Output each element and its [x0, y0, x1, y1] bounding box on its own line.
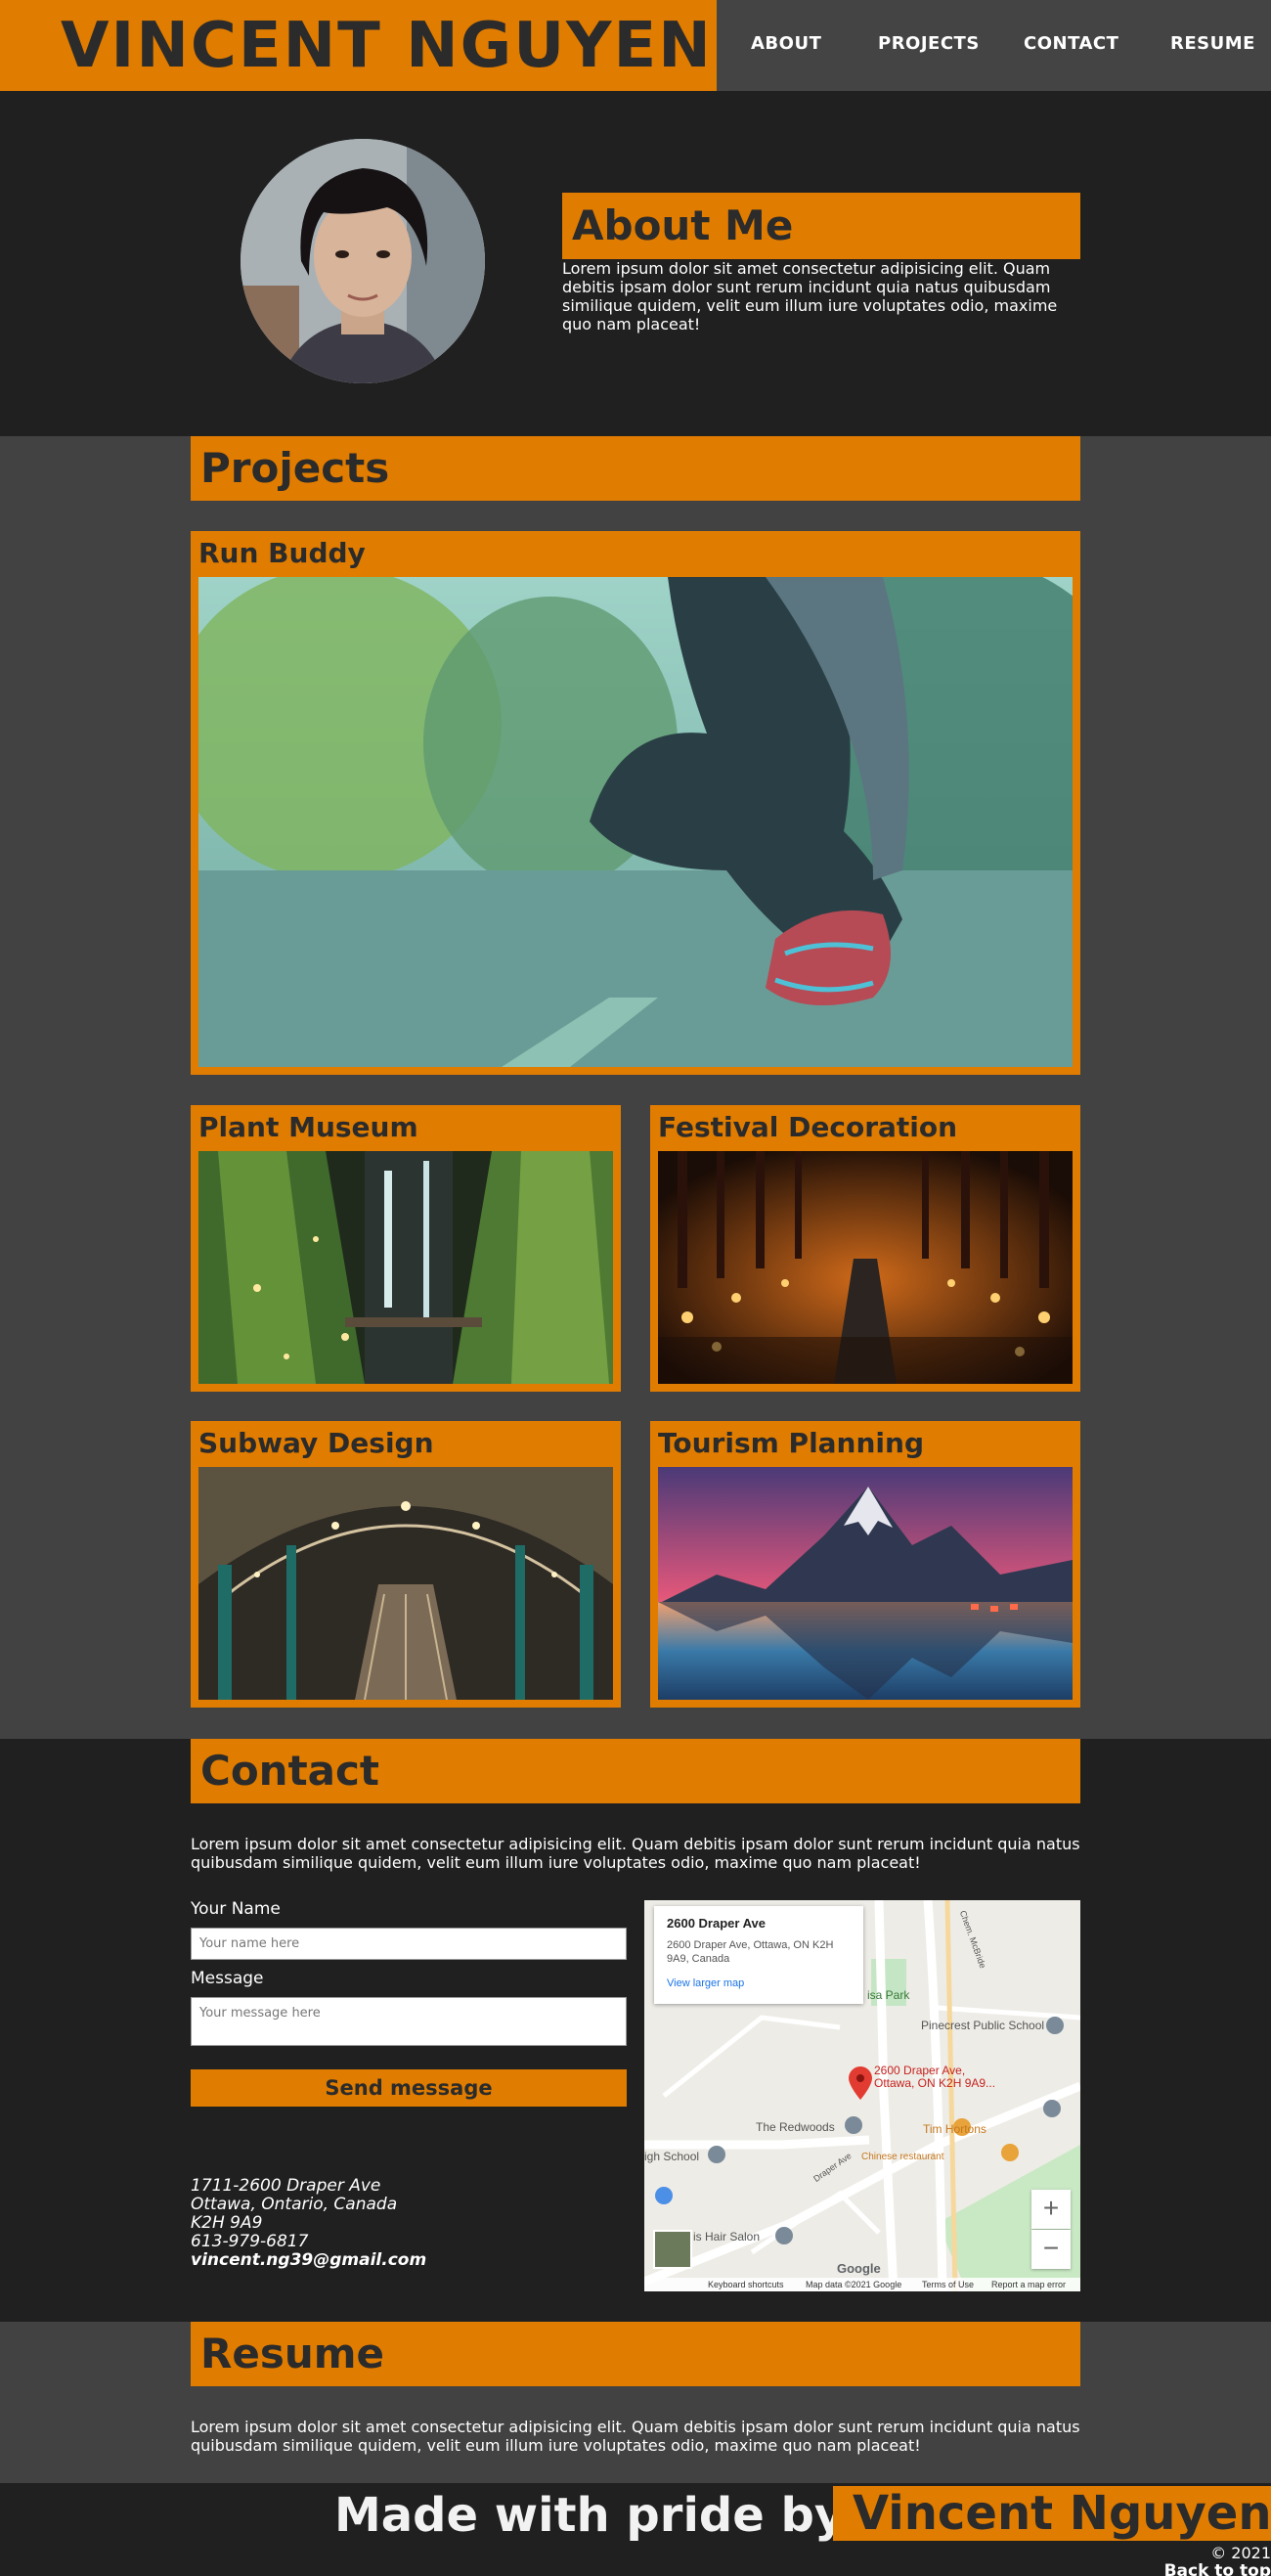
- address-line-1: 1711-2600 Draper Ave: [191, 2176, 381, 2196]
- map-place-card: 2600 Draper Ave 2600 Draper Ave, Ottawa,…: [654, 1906, 863, 2004]
- google-logo: Google: [837, 2261, 881, 2276]
- nav-about[interactable]: ABOUT: [751, 33, 821, 54]
- project-image-subway-design[interactable]: [198, 1467, 613, 1700]
- project-title: Festival Decoration: [658, 1111, 958, 1143]
- project-card-tourism-planning[interactable]: Tourism Planning: [650, 1421, 1080, 1708]
- map-label-high-school: igh School: [644, 2150, 700, 2163]
- resume-heading: Resume: [191, 2322, 1080, 2386]
- about-section: About Me Lorem ipsum dolor sit amet cons…: [0, 91, 1271, 436]
- send-message-button[interactable]: Send message: [191, 2069, 627, 2107]
- contact-section: Contact Lorem ipsum dolor sit amet conse…: [0, 1739, 1271, 2322]
- project-card-festival-decoration[interactable]: Festival Decoration: [650, 1105, 1080, 1392]
- about-text: Lorem ipsum dolor sit amet consectetur a…: [562, 259, 1058, 333]
- map-pin-line-2: Ottawa, ON K2H 9A9...: [874, 2076, 996, 2090]
- site-header: VINCENT NGUYEN ABOUT PROJECTS CONTACT RE…: [0, 0, 1271, 91]
- project-card-run-buddy[interactable]: Run Buddy: [191, 531, 1080, 1075]
- nav-projects[interactable]: PROJECTS: [878, 33, 980, 54]
- project-image-run-buddy[interactable]: [198, 577, 1073, 1067]
- site-title: VINCENT NGUYEN: [61, 10, 713, 82]
- name-label: Your Name: [191, 1899, 281, 1919]
- site-title-box: VINCENT NGUYEN: [0, 0, 717, 91]
- project-title: Subway Design: [198, 1427, 434, 1459]
- profile-photo: [241, 139, 485, 383]
- projects-heading: Projects: [191, 436, 1080, 501]
- project-title: Tourism Planning: [658, 1427, 925, 1459]
- footer-made-with: Made with pride by: [334, 2488, 846, 2543]
- map-place-address: 2600 Draper Ave, Ottawa, ON K2H 9A9, Can…: [667, 1939, 834, 1965]
- about-heading: About Me: [562, 193, 1080, 259]
- map-label-redwoods: The Redwoods: [756, 2120, 835, 2134]
- address-line-3: K2H 9A9: [191, 2213, 263, 2233]
- map-footer: Keyboard shortcuts Map data ©2021 Google…: [644, 2278, 1080, 2291]
- phone-number: 613-979-6817: [191, 2232, 309, 2251]
- project-image-tourism-planning[interactable]: [658, 1467, 1073, 1700]
- nav-contact[interactable]: CONTACT: [1024, 33, 1118, 54]
- site-footer: Made with pride by Vincent Nguyen © 2021…: [0, 2483, 1271, 2576]
- map-label-chinese: Chinese restaurant: [861, 2152, 944, 2162]
- map-keyboard-shortcuts[interactable]: Keyboard shortcuts: [708, 2280, 784, 2289]
- map-label-hair: is Hair Salon: [693, 2230, 761, 2243]
- contact-intro: Lorem ipsum dolor sit amet consectetur a…: [191, 1835, 1080, 1872]
- map-label-school: Pinecrest Public School: [921, 2019, 1045, 2032]
- view-larger-map-link[interactable]: View larger map: [667, 1977, 851, 1989]
- resume-section: Resume Lorem ipsum dolor sit amet consec…: [0, 2322, 1271, 2483]
- project-card-plant-museum[interactable]: Plant Museum: [191, 1105, 621, 1392]
- project-title: Plant Museum: [198, 1111, 418, 1143]
- map-label-park: isa Park: [867, 1988, 910, 2002]
- footer-name: Vincent Nguyen: [833, 2486, 1271, 2541]
- message-textarea[interactable]: Your message here: [191, 1997, 627, 2046]
- map-data-credit: Map data ©2021 Google: [806, 2280, 902, 2289]
- message-label: Message: [191, 1969, 264, 1988]
- copyright: © 2021: [1210, 2544, 1271, 2562]
- map-pin-label: 2600 Draper Ave, Ottawa, ON K2H 9A9...: [874, 2065, 995, 2090]
- address-line-2: Ottawa, Ontario, Canada: [191, 2195, 398, 2214]
- map-label-tims: Tim Hortons: [923, 2122, 986, 2136]
- zoom-in-button[interactable]: +: [1031, 2190, 1071, 2229]
- zoom-out-button[interactable]: −: [1031, 2230, 1071, 2269]
- projects-section: Projects Run Buddy Plant Museum Festival…: [0, 436, 1271, 1739]
- map-place-title: 2600 Draper Ave: [667, 1916, 766, 1931]
- contact-address: 1711-2600 Draper Ave Ottawa, Ontario, Ca…: [191, 2177, 426, 2270]
- map-report-error-link[interactable]: Report a map error: [991, 2280, 1066, 2289]
- name-input[interactable]: Your name here: [191, 1928, 627, 1960]
- email-link[interactable]: vincent.ng39@gmail.com: [191, 2251, 426, 2270]
- project-image-festival-decoration[interactable]: [658, 1151, 1073, 1384]
- contact-heading: Contact: [191, 1739, 1080, 1803]
- resume-text: Lorem ipsum dolor sit amet consectetur a…: [191, 2418, 1080, 2455]
- project-title: Run Buddy: [198, 537, 366, 569]
- project-card-subway-design[interactable]: Subway Design: [191, 1421, 621, 1708]
- project-image-plant-museum[interactable]: [198, 1151, 613, 1384]
- map-terms-link[interactable]: Terms of Use: [922, 2280, 974, 2289]
- nav-resume[interactable]: RESUME: [1170, 33, 1255, 54]
- back-to-top-link[interactable]: Back to top: [1164, 2561, 1271, 2576]
- embedded-map[interactable]: isa Park Pinecrest Public School 2600 Dr…: [644, 1900, 1080, 2291]
